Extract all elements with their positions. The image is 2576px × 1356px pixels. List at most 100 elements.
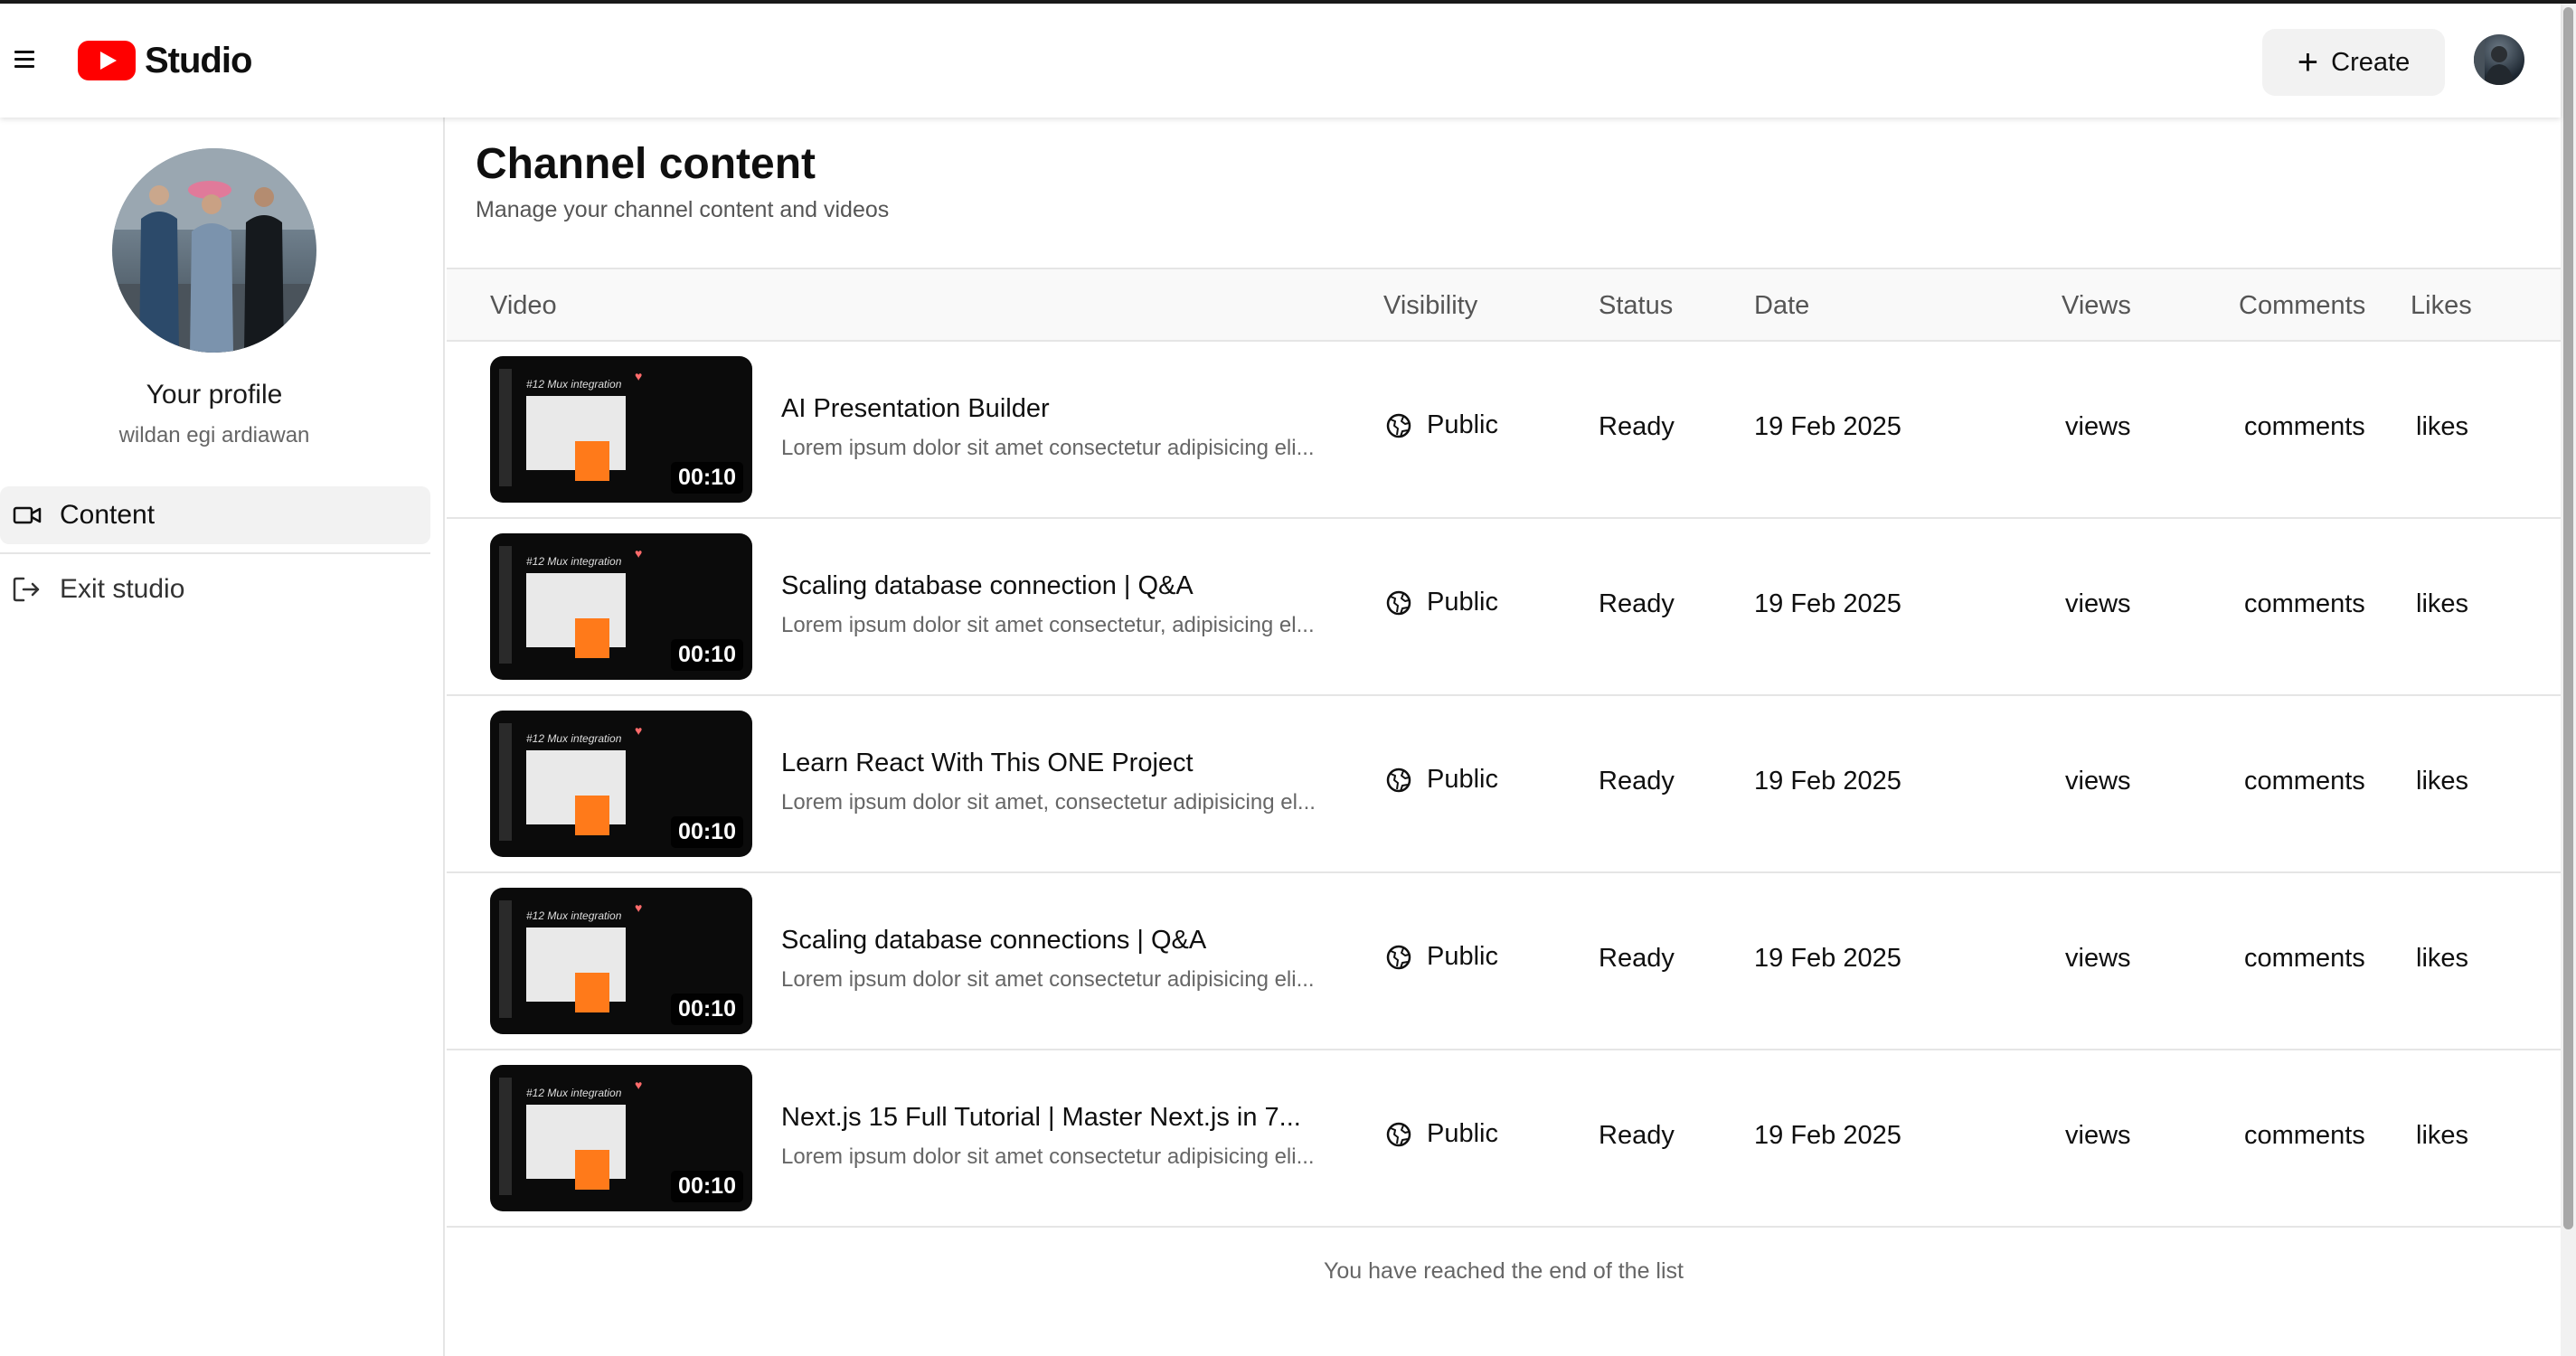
visibility-label: Public — [1427, 1119, 1498, 1148]
create-label: Create — [2331, 47, 2411, 77]
thumbnail-caption: #12 Mux integration — [526, 1087, 622, 1099]
heart-icon: ♥ — [635, 369, 643, 383]
table-row[interactable]: #12 Mux integration ♥ 00:10 Scaling data… — [447, 873, 2561, 1050]
status-cell: Ready — [1599, 589, 1675, 618]
logo-text: Studio — [145, 40, 252, 80]
views-cell: views — [2065, 944, 2131, 973]
globe-icon — [1386, 767, 1411, 792]
video-duration: 00:10 — [671, 993, 743, 1025]
video-duration: 00:10 — [671, 816, 743, 848]
table-row[interactable]: #12 Mux integration ♥ 00:10 Next.js 15 F… — [447, 1050, 2561, 1228]
visibility-cell: Public — [1385, 410, 1498, 440]
status-cell: Ready — [1599, 1121, 1675, 1150]
end-of-list-message: You have reached the end of the list — [1324, 1258, 1684, 1284]
sidebar-item-exit-studio[interactable]: Exit studio — [0, 560, 430, 618]
date-cell: 19 Feb 2025 — [1754, 589, 1901, 618]
video-duration: 00:10 — [671, 1171, 743, 1202]
sidebar-item-content[interactable]: Content — [0, 486, 430, 544]
avatar-image — [2474, 34, 2514, 85]
date-cell: 19 Feb 2025 — [1754, 412, 1901, 441]
views-cell: views — [2065, 412, 2131, 441]
status-cell: Ready — [1599, 412, 1675, 441]
visibility-label: Public — [1427, 942, 1498, 971]
create-button[interactable]: + Create — [2262, 29, 2445, 96]
heart-icon: ♥ — [635, 1078, 643, 1092]
video-thumbnail[interactable]: #12 Mux integration ♥ 00:10 — [490, 888, 752, 1034]
plus-icon: + — [2297, 42, 2319, 82]
video-description: Lorem ipsum dolor sit amet consectetur a… — [781, 1144, 1315, 1169]
page-scrollbar-thumb[interactable] — [2563, 7, 2573, 1229]
video-description: Lorem ipsum dolor sit amet consectetur, … — [781, 613, 1315, 637]
status-cell: Ready — [1599, 944, 1675, 973]
thumbnail-caption: #12 Mux integration — [526, 378, 622, 391]
hamburger-menu-icon[interactable] — [11, 45, 38, 72]
log-out-icon — [13, 577, 40, 602]
video-title[interactable]: Scaling database connections | Q&A — [781, 926, 1206, 956]
globe-icon — [1386, 413, 1411, 438]
sidebar-item-label: Content — [60, 500, 156, 530]
comments-cell: comments — [2244, 944, 2365, 973]
page-subtitle: Manage your channel content and videos — [476, 197, 890, 222]
video-camera-icon — [13, 506, 42, 524]
thumbnail-caption: #12 Mux integration — [526, 732, 622, 745]
profile-picture[interactable] — [112, 148, 316, 353]
column-header-views: Views — [2062, 291, 2131, 320]
visibility-label: Public — [1427, 588, 1498, 617]
column-header-likes: Likes — [2411, 291, 2472, 320]
heart-icon: ♥ — [635, 900, 643, 915]
comments-cell: comments — [2244, 767, 2365, 796]
profile-title[interactable]: Your profile — [0, 380, 429, 410]
video-title[interactable]: AI Presentation Builder — [781, 394, 1050, 424]
video-thumbnail[interactable]: #12 Mux integration ♥ 00:10 — [490, 1065, 752, 1211]
views-cell: views — [2065, 589, 2131, 618]
table-row[interactable]: #12 Mux integration ♥ 00:10 AI Presentat… — [447, 342, 2561, 519]
column-header-comments: Comments — [2239, 291, 2366, 320]
globe-icon — [1386, 945, 1411, 969]
top-bar: Studio + Create — [0, 4, 2561, 118]
thumbnail-caption: #12 Mux integration — [526, 555, 622, 568]
video-thumbnail[interactable]: #12 Mux integration ♥ 00:10 — [490, 533, 752, 680]
profile-name: wildan egi ardiawan — [118, 423, 310, 447]
date-cell: 19 Feb 2025 — [1754, 767, 1901, 796]
page-title: Channel content — [476, 140, 816, 188]
visibility-label: Public — [1427, 410, 1498, 439]
globe-icon — [1386, 1122, 1411, 1146]
user-avatar[interactable] — [2474, 34, 2524, 85]
globe-icon — [1386, 590, 1411, 615]
views-cell: views — [2065, 767, 2131, 796]
visibility-cell: Public — [1385, 1119, 1498, 1149]
likes-cell: likes — [2416, 1121, 2469, 1150]
table-row[interactable]: #12 Mux integration ♥ 00:10 Scaling data… — [447, 519, 2561, 696]
column-header-status: Status — [1599, 291, 1674, 320]
thumbnail-caption: #12 Mux integration — [526, 909, 622, 922]
likes-cell: likes — [2416, 589, 2469, 618]
table-row[interactable]: #12 Mux integration ♥ 00:10 Learn React … — [447, 696, 2561, 873]
comments-cell: comments — [2244, 412, 2365, 441]
profile-photo-image — [112, 148, 316, 353]
heart-icon: ♥ — [635, 546, 643, 560]
video-title[interactable]: Learn React With This ONE Project — [781, 749, 1194, 778]
views-cell: views — [2065, 1121, 2131, 1150]
date-cell: 19 Feb 2025 — [1754, 1121, 1901, 1150]
heart-icon: ♥ — [635, 723, 643, 738]
comments-cell: comments — [2244, 1121, 2365, 1150]
date-cell: 19 Feb 2025 — [1754, 944, 1901, 973]
video-duration: 00:10 — [671, 462, 743, 494]
table-header: Video Visibility Status Date Views Comme… — [447, 268, 2561, 342]
likes-cell: likes — [2416, 767, 2469, 796]
sidebar-item-label: Exit studio — [60, 574, 185, 604]
comments-cell: comments — [2244, 589, 2365, 618]
video-title[interactable]: Next.js 15 Full Tutorial | Master Next.j… — [781, 1103, 1301, 1133]
studio-logo[interactable]: Studio — [78, 40, 252, 81]
video-thumbnail[interactable]: #12 Mux integration ♥ 00:10 — [490, 356, 752, 503]
video-title[interactable]: Scaling database connection | Q&A — [781, 571, 1194, 601]
video-description: Lorem ipsum dolor sit amet consectetur a… — [781, 967, 1315, 992]
sidebar: Your profile wildan egi ardiawan Content… — [0, 118, 445, 1356]
column-header-visibility: Visibility — [1383, 291, 1478, 320]
video-thumbnail[interactable]: #12 Mux integration ♥ 00:10 — [490, 711, 752, 857]
main-content: Channel content Manage your channel cont… — [447, 118, 2561, 1356]
column-header-date: Date — [1754, 291, 1810, 320]
likes-cell: likes — [2416, 944, 2469, 973]
visibility-cell: Public — [1385, 942, 1498, 972]
sidebar-divider — [0, 552, 430, 554]
